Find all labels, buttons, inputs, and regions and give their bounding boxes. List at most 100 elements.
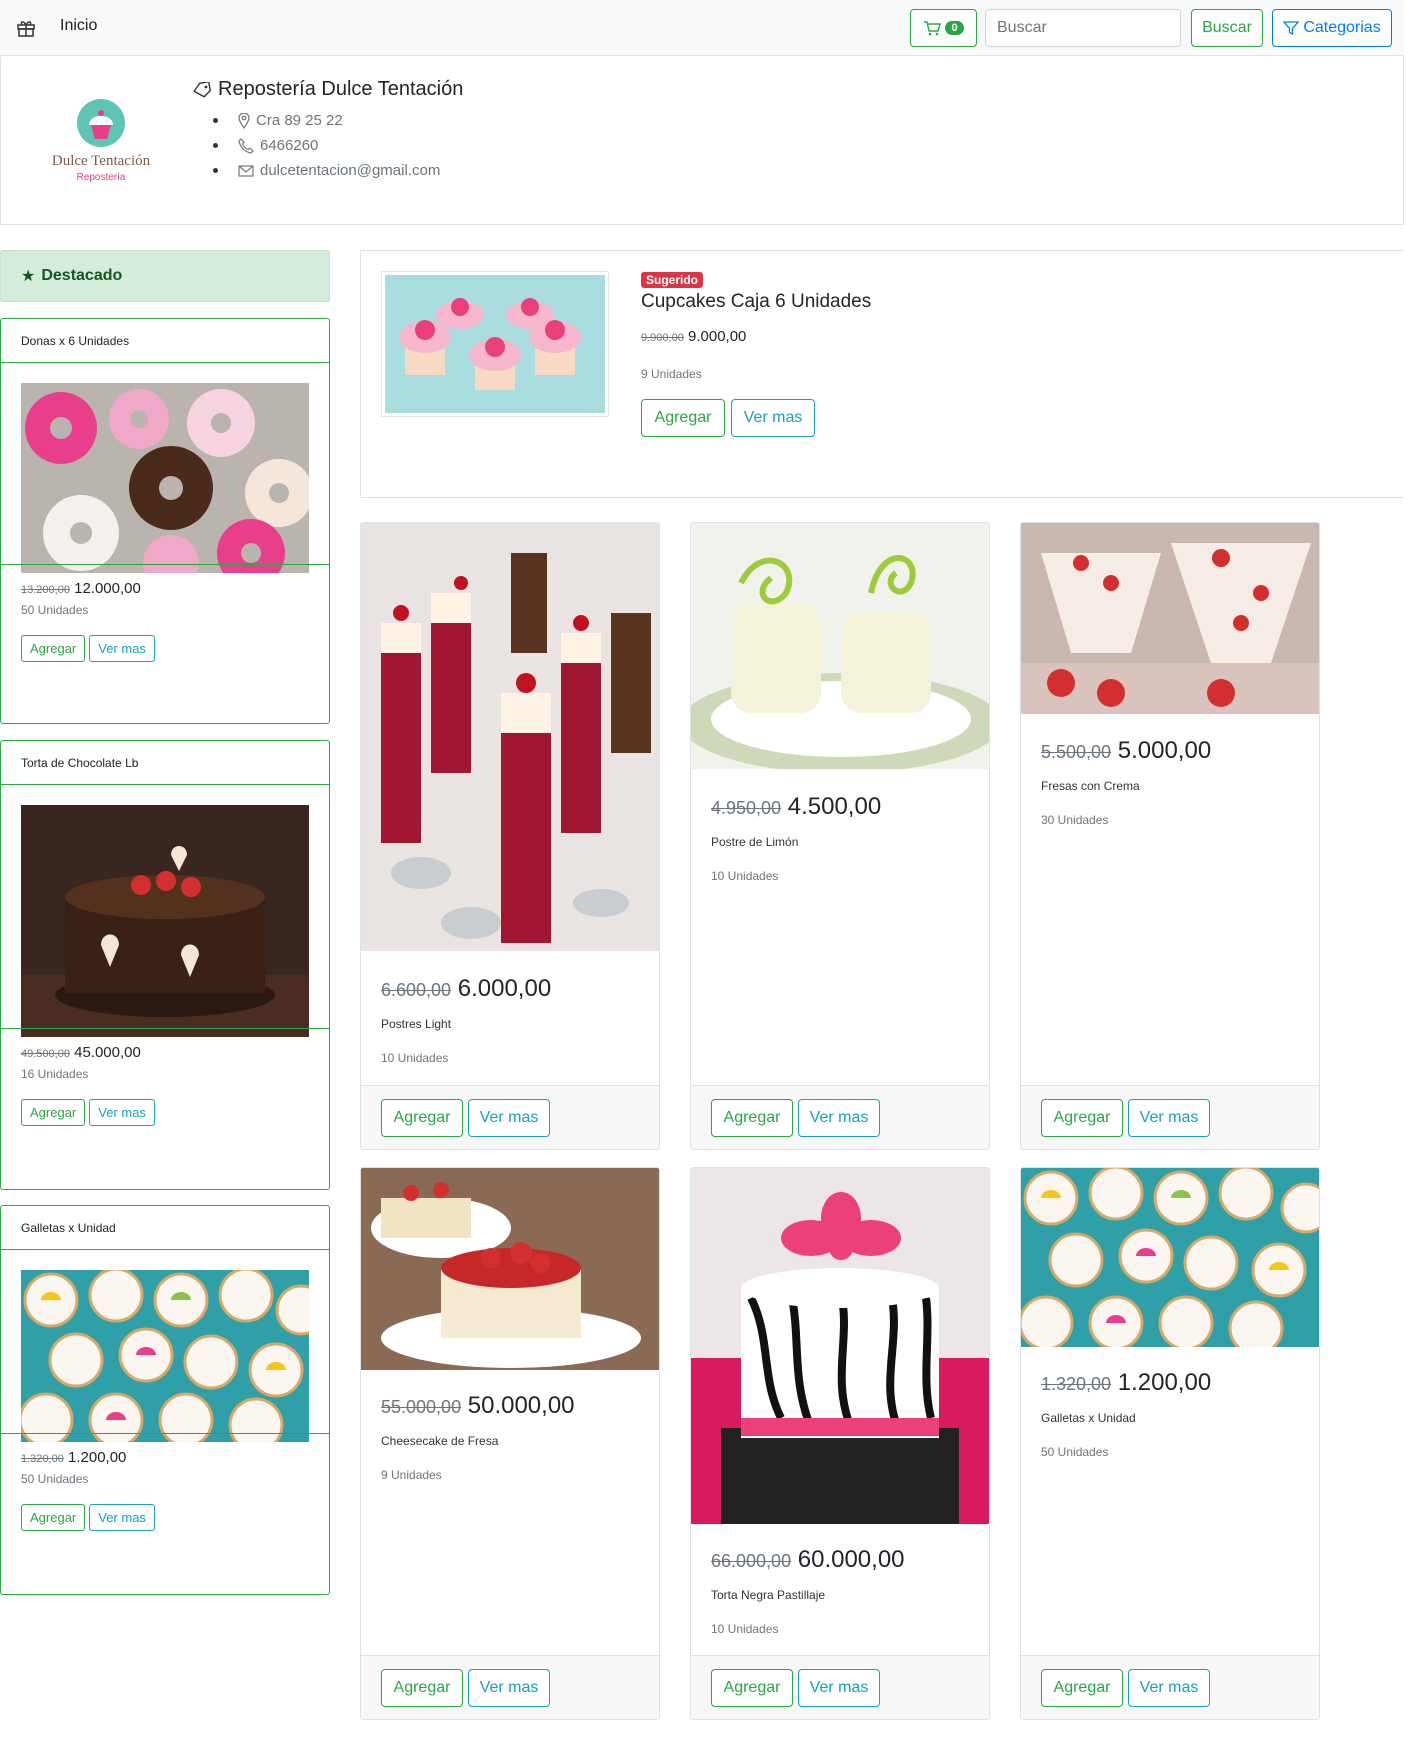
bullet — [213, 168, 218, 173]
featured-heading: ★ Destacado — [0, 250, 330, 302]
tag-icon — [193, 81, 211, 98]
featured-card-footer: 1.320,00 1.200,00 50 Unidades Agregar Ve… — [1, 1433, 329, 1594]
categories-button[interactable]: Categorias — [1272, 9, 1392, 47]
filter-icon — [1283, 21, 1300, 36]
old-price: 9.900,00 — [641, 332, 684, 344]
featured-price: 49.500,00 45.000,00 — [21, 1044, 309, 1061]
categories-label: Categorias — [1303, 19, 1381, 36]
view-more-button[interactable]: Ver mas — [89, 1504, 155, 1531]
product-card: 5.500,00 5.000,00 Fresas con Crema 30 Un… — [1020, 522, 1320, 1150]
store-address-text: Cra 89 25 22 — [256, 112, 343, 129]
old-price: 1.320,00 — [1041, 1374, 1112, 1394]
product-units: 10 Unidades — [381, 1051, 449, 1065]
cupcakes-image[interactable] — [381, 271, 609, 417]
bullet — [213, 118, 218, 123]
product-price: 1.320,00 1.200,00 — [1041, 1369, 1211, 1397]
product-card: 6.600,00 6.000,00 Postres Light 10 Unida… — [360, 522, 660, 1150]
nav-home-link[interactable]: Inicio — [60, 17, 97, 35]
old-price: 66.000,00 — [711, 1551, 792, 1571]
price: 12.000,00 — [74, 580, 141, 597]
product-name: Torta Negra Pastillaje — [711, 1588, 826, 1602]
product-units: 9 Unidades — [381, 1468, 442, 1482]
store-name: Repostería Dulce Tentación — [192, 78, 463, 101]
product-units: 10 Unidades — [711, 869, 779, 883]
view-more-button[interactable]: Ver mas — [89, 635, 155, 662]
phone-icon — [238, 137, 254, 154]
view-more-button[interactable]: Ver mas — [468, 1669, 550, 1707]
cookies-image[interactable] — [18, 1267, 327, 1453]
product-price: 6.600,00 6.000,00 — [381, 975, 551, 1003]
units: 16 Unidades — [21, 1067, 89, 1081]
gift-icon[interactable] — [16, 18, 36, 38]
search-button[interactable]: Buscar — [1191, 9, 1263, 47]
cupcakes-picture — [385, 275, 605, 413]
old-price: 55.000,00 — [381, 1397, 462, 1417]
add-button[interactable]: Agregar — [381, 1669, 463, 1707]
cart-button[interactable]: 0 — [910, 9, 977, 47]
chocolate-cake-image[interactable] — [21, 805, 309, 1037]
lemon-dessert-image[interactable] — [691, 523, 989, 769]
price: 4.500,00 — [787, 793, 882, 820]
view-more-button[interactable]: Ver mas — [1128, 1099, 1210, 1137]
price: 6.000,00 — [457, 975, 552, 1002]
light-desserts-image[interactable] — [361, 523, 659, 951]
units: 50 Unidades — [21, 1472, 89, 1486]
view-more-button[interactable]: Ver mas — [1128, 1669, 1210, 1707]
product-price: 66.000,00 60.000,00 — [711, 1546, 905, 1574]
add-button[interactable]: Agregar — [641, 399, 725, 437]
add-button[interactable]: Agregar — [21, 635, 86, 662]
view-more-button[interactable]: Ver mas — [468, 1099, 550, 1137]
featured-card-title: Torta de Chocolate Lb — [1, 741, 329, 785]
product-name: Cheesecake de Fresa — [381, 1434, 499, 1448]
view-more-button[interactable]: Ver mas — [731, 399, 815, 437]
search-input[interactable] — [985, 9, 1181, 47]
featured-card: Galletas x Unidad 1.320,00 1.200,00 50 U… — [0, 1205, 330, 1595]
store-phone-text: 6466260 — [260, 137, 319, 154]
view-more-button[interactable]: Ver mas — [89, 1099, 155, 1126]
store-email-text: dulcetentacion@gmail.com — [260, 162, 441, 179]
price: 45.000,00 — [74, 1044, 141, 1061]
suggested-name: Cupcakes Caja 6 Unidades — [641, 291, 872, 312]
cookies-image[interactable] — [1021, 1168, 1319, 1347]
donuts-image[interactable] — [21, 383, 313, 591]
product-card: 4.950,00 4.500,00 Postre de Limón 10 Uni… — [690, 522, 990, 1150]
old-price: 5.500,00 — [1041, 742, 1112, 762]
bullet — [213, 143, 218, 148]
add-button[interactable]: Agregar — [1041, 1099, 1123, 1137]
product-card: 66.000,00 60.000,00 Torta Negra Pastilla… — [690, 1167, 990, 1720]
product-card-footer: Agregar Ver mas — [1021, 1085, 1319, 1149]
price: 60.000,00 — [797, 1546, 905, 1573]
view-more-button[interactable]: Ver mas — [798, 1099, 880, 1137]
product-name: Postre de Limón — [711, 835, 799, 849]
old-price: 6.600,00 — [381, 980, 452, 1000]
add-button[interactable]: Agregar — [381, 1099, 463, 1137]
envelope-icon — [238, 164, 254, 177]
add-button[interactable]: Agregar — [21, 1099, 86, 1126]
product-units: 10 Unidades — [711, 1622, 779, 1636]
view-more-button[interactable]: Ver mas — [798, 1669, 880, 1707]
add-button[interactable]: Agregar — [711, 1099, 793, 1137]
add-button[interactable]: Agregar — [1041, 1669, 1123, 1707]
price: 1.200,00 — [68, 1449, 127, 1466]
featured-price: 13.200,00 12.000,00 — [21, 580, 309, 597]
navbar: Inicio 0 Buscar Categorias — [0, 0, 1404, 56]
product-price: 5.500,00 5.000,00 — [1041, 737, 1211, 765]
suggested-units: 9 Unidades — [641, 367, 702, 381]
price: 9.000,00 — [688, 328, 747, 345]
featured-card-title: Galletas x Unidad — [1, 1206, 329, 1250]
product-price: 55.000,00 50.000,00 — [381, 1392, 575, 1420]
featured-actions: Agregar Ver mas — [21, 1504, 309, 1531]
strawberries-cream-image[interactable] — [1021, 523, 1319, 714]
old-price: 13.200,00 — [21, 584, 70, 596]
add-button[interactable]: Agregar — [711, 1669, 793, 1707]
suggested-badge: Sugerido — [641, 272, 704, 288]
add-button[interactable]: Agregar — [21, 1504, 86, 1531]
price: 50.000,00 — [467, 1392, 575, 1419]
featured-card-footer: 49.500,00 45.000,00 16 Unidades Agregar … — [1, 1028, 329, 1189]
store-address: Cra 89 25 22 — [213, 112, 343, 129]
product-card-footer: Agregar Ver mas — [361, 1655, 659, 1719]
store-email: dulcetentacion@gmail.com — [213, 162, 440, 179]
cheesecake-image[interactable] — [361, 1168, 659, 1370]
product-card-footer: Agregar Ver mas — [691, 1655, 989, 1719]
zebra-cake-image[interactable] — [691, 1168, 989, 1524]
